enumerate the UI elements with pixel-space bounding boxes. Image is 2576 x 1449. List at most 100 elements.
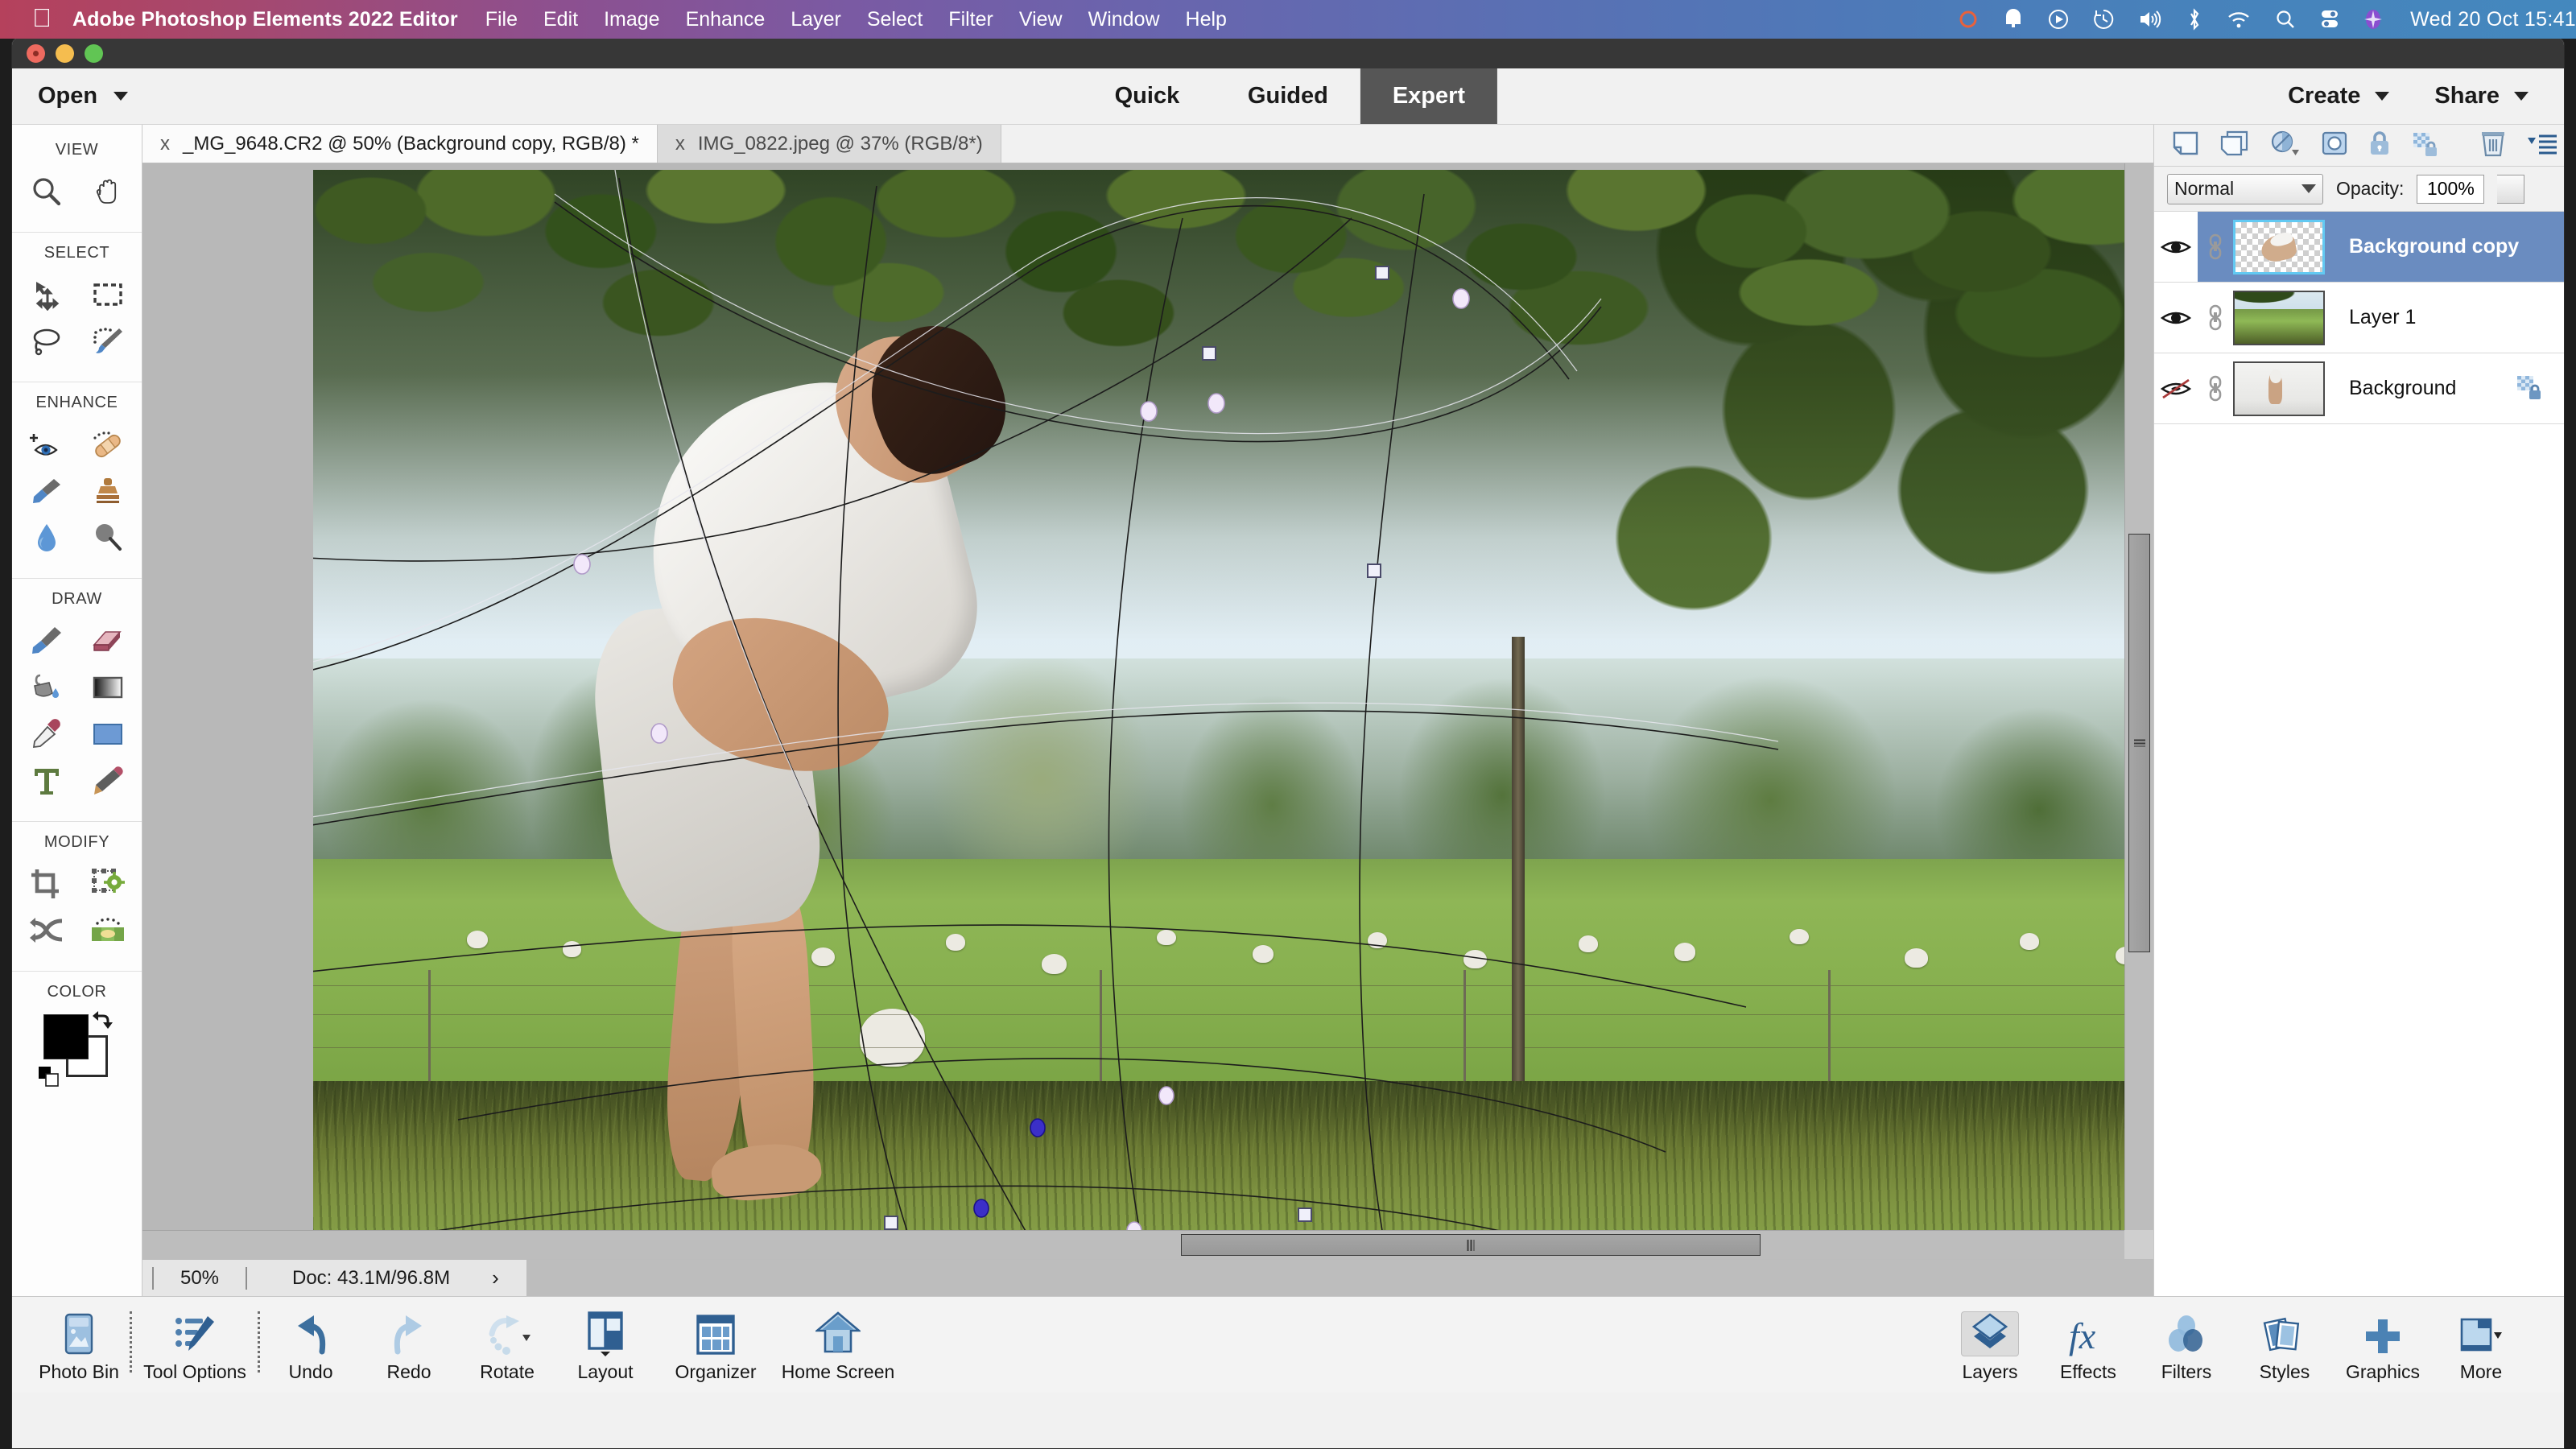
clone-stamp-tool[interactable] [85, 470, 130, 512]
close-icon[interactable]: x [160, 134, 170, 154]
tab-quick[interactable]: Quick [1079, 68, 1216, 124]
photo-composition[interactable] [313, 170, 2124, 1230]
play-circle-icon[interactable] [2048, 9, 2069, 30]
layer-row-background[interactable]: Background [2154, 353, 2564, 424]
menu-file[interactable]: File [485, 8, 518, 31]
gradient-tool[interactable] [85, 667, 130, 708]
document-tab-inactive[interactable]: x IMG_0822.jpeg @ 37% (RGB/8*) [657, 125, 1001, 163]
menu-select[interactable]: Select [867, 8, 923, 31]
taskbar-organizer[interactable]: Organizer [654, 1307, 777, 1383]
pencil-tool[interactable] [85, 760, 130, 802]
taskbar-styles[interactable]: Styles [2235, 1307, 2334, 1383]
quick-selection-tool[interactable] [85, 320, 130, 362]
new-layer-icon[interactable] [2172, 130, 2199, 160]
layer-link-toggle[interactable] [2198, 304, 2233, 332]
tab-expert[interactable]: Expert [1360, 68, 1498, 124]
siri-icon[interactable] [2363, 8, 2383, 31]
taskbar-rotate[interactable]: Rotate [458, 1307, 556, 1383]
layer-name[interactable]: Background [2349, 377, 2456, 400]
menu-help[interactable]: Help [1186, 8, 1227, 31]
taskbar-tool-options[interactable]: Tool Options [134, 1307, 256, 1383]
brush-tool[interactable] [24, 620, 69, 662]
vertical-scroll-thumb[interactable] [2128, 534, 2150, 952]
taskbar-effects[interactable]: fx Effects [2039, 1307, 2137, 1383]
taskbar-layers[interactable]: Layers [1941, 1307, 2039, 1383]
status-expander-icon[interactable]: › [492, 1265, 499, 1290]
zoom-tool[interactable] [24, 171, 69, 213]
delete-layer-icon[interactable] [2481, 130, 2505, 161]
taskbar-undo[interactable]: Undo [262, 1307, 360, 1383]
panel-menu-icon[interactable] [2526, 131, 2558, 159]
sponge-tool[interactable] [85, 517, 130, 559]
person-cutout-layer[interactable] [563, 281, 1061, 1205]
foreground-color-swatch[interactable] [43, 1014, 89, 1059]
create-button[interactable]: Create [2288, 83, 2390, 109]
lock-all-icon[interactable] [2368, 130, 2391, 160]
canvas-horizontal-scrollbar[interactable] [142, 1230, 2124, 1259]
menu-layer[interactable]: Layer [791, 8, 841, 31]
swap-arrows-icon[interactable] [92, 1009, 119, 1036]
document-tab-active[interactable]: x _MG_9648.CR2 @ 50% (Background copy, R… [142, 125, 658, 163]
rectangular-marquee-tool[interactable] [85, 274, 130, 316]
blend-mode-select[interactable]: Normal [2167, 173, 2323, 204]
crop-tool[interactable] [24, 863, 69, 905]
layer-visibility-toggle[interactable] [2154, 353, 2198, 423]
menu-filter[interactable]: Filter [948, 8, 993, 31]
share-button[interactable]: Share [2434, 83, 2529, 109]
lock-transparency-icon[interactable] [2412, 130, 2439, 160]
opacity-input[interactable]: 100% [2417, 174, 2485, 204]
open-button[interactable]: Open [38, 83, 129, 109]
layer-name[interactable]: Background copy [2349, 235, 2519, 258]
layer-thumbnail[interactable] [2233, 361, 2325, 416]
layer-link-toggle[interactable] [2198, 375, 2233, 402]
wifi-icon[interactable] [2227, 10, 2251, 29]
content-aware-move-tool[interactable] [85, 910, 130, 952]
volume-icon[interactable] [2138, 9, 2162, 30]
close-icon[interactable]: x [675, 134, 685, 154]
layer-thumbnail[interactable] [2233, 290, 2325, 345]
apple-icon[interactable]:  [32, 5, 52, 31]
menu-window[interactable]: Window [1088, 8, 1160, 31]
menu-view[interactable]: View [1019, 8, 1063, 31]
minimize-button[interactable] [56, 43, 74, 63]
zoom-level-field[interactable]: 50% [152, 1266, 247, 1290]
move-tool[interactable] [24, 274, 69, 316]
bluetooth-icon[interactable] [2186, 8, 2202, 31]
lasso-tool[interactable] [24, 320, 69, 362]
zoom-button[interactable] [85, 43, 103, 63]
hand-tool[interactable] [85, 171, 130, 213]
layer-visibility-toggle[interactable] [2154, 283, 2198, 353]
recompose-tool[interactable] [24, 910, 69, 952]
layer-link-toggle[interactable] [2198, 233, 2233, 261]
menubar-clock[interactable]: Wed 20 Oct 15:41 [2410, 8, 2576, 31]
layer-row-background-copy[interactable]: Background copy [2154, 212, 2564, 283]
blur-tool[interactable] [24, 517, 69, 559]
spot-healing-brush-tool[interactable] [85, 423, 130, 465]
horizontal-scroll-thumb[interactable] [1181, 1234, 1761, 1256]
taskbar-more[interactable]: More [2432, 1307, 2530, 1383]
eraser-tool[interactable] [85, 620, 130, 662]
smart-brush-tool[interactable] [24, 470, 69, 512]
tab-guided[interactable]: Guided [1216, 68, 1360, 124]
paint-bucket-tool[interactable] [24, 667, 69, 708]
spotlight-search-icon[interactable] [2275, 9, 2296, 30]
chevron-down-icon[interactable] [2375, 92, 2390, 101]
shape-tool[interactable] [85, 713, 130, 755]
canvas-vertical-scrollbar[interactable] [2124, 163, 2153, 1230]
chevron-down-icon[interactable] [2301, 184, 2316, 193]
menu-image[interactable]: Image [604, 8, 659, 31]
canvas-area[interactable] [142, 163, 2124, 1230]
close-button[interactable] [27, 43, 45, 63]
menu-edit[interactable]: Edit [543, 8, 578, 31]
opacity-stepper[interactable] [2497, 174, 2525, 204]
canvas-viewport[interactable] [142, 163, 2153, 1259]
type-tool[interactable] [24, 760, 69, 802]
notification-bell-icon[interactable] [2003, 8, 2024, 31]
default-colors-icon[interactable] [38, 1067, 63, 1095]
control-center-record-icon[interactable] [1958, 9, 1979, 30]
chevron-down-icon[interactable] [2514, 92, 2529, 101]
taskbar-graphics[interactable]: Graphics [2334, 1307, 2432, 1383]
layer-row-layer-1[interactable]: Layer 1 [2154, 283, 2564, 353]
taskbar-filters[interactable]: Filters [2137, 1307, 2235, 1383]
taskbar-photo-bin[interactable]: Photo Bin [30, 1307, 128, 1383]
